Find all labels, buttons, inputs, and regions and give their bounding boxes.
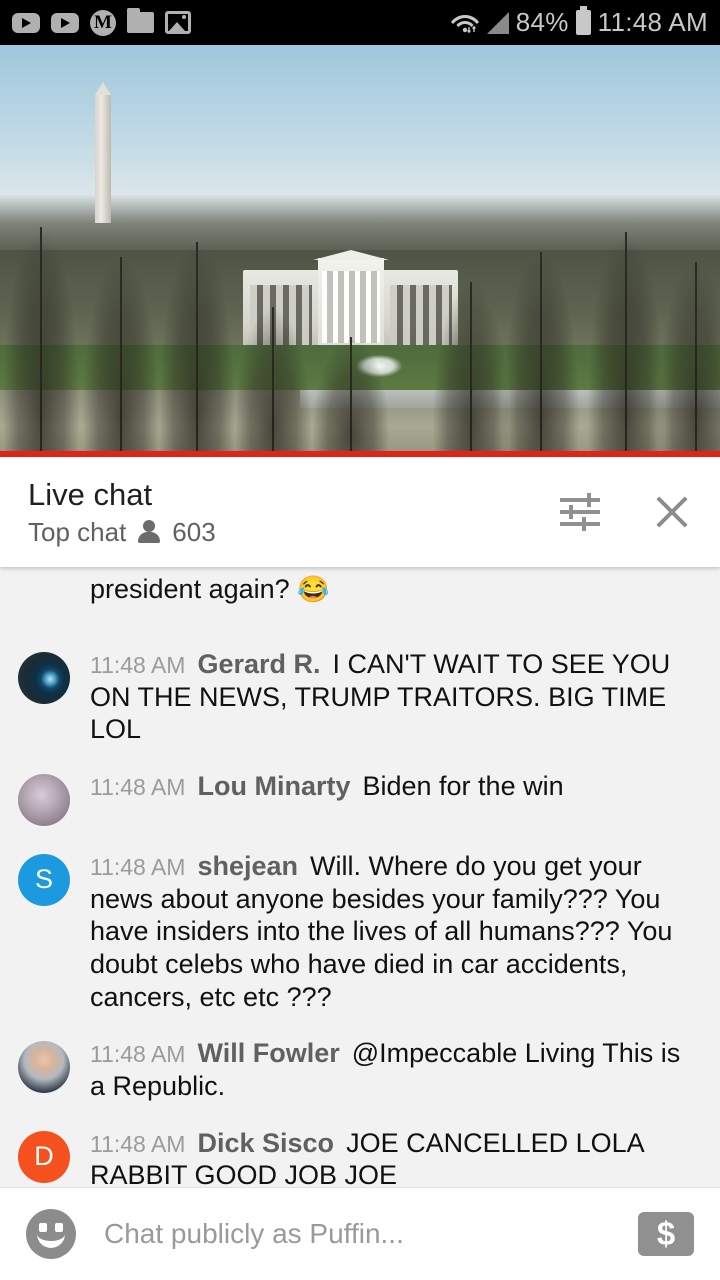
wifi-icon [450, 14, 479, 33]
list-item[interactable]: S 11:48 AM shejean Will. Where do you get … [0, 835, 720, 1022]
clock-label: 11:48 AM [597, 7, 708, 37]
message-author[interactable]: shejean [197, 851, 298, 881]
message-timestamp: 11:48 AM [90, 1130, 186, 1157]
tree [234, 307, 312, 457]
tree [502, 252, 580, 457]
avatar-letter: S [34, 864, 53, 895]
message-body: 11:48 AM Dick Sisco JOE CANCELLED LOLA RAB… [90, 1121, 702, 1187]
message-text: Biden for the win [362, 770, 564, 801]
message-body: 11:48 AM Will Fowler @Impeccable Living Th… [90, 1031, 702, 1102]
list-item[interactable]: 11:48 AM Lou Minarty Biden for the win [0, 755, 720, 835]
list-item[interactable]: 11:48 AM Gerard R. I CAN'T WAIT TO SEE YOU… [0, 633, 720, 755]
chat-header-subtitle[interactable]: Top chat 603 [28, 517, 216, 548]
avatar[interactable] [18, 652, 70, 704]
status-bar-system-icons: 84% 11:48 AM [450, 6, 708, 38]
battery-percent-label: 84% [515, 7, 569, 37]
tree [587, 232, 665, 457]
tune-icon[interactable] [560, 493, 600, 531]
message-body: 11:48 AM Lou Minarty Biden for the win [90, 764, 702, 803]
tree [82, 257, 160, 457]
live-chat-header: Live chat Top chat 603 [0, 457, 720, 567]
tree [312, 337, 390, 457]
avatar[interactable] [18, 1041, 70, 1094]
list-item[interactable]: 11:48 AM Will Fowler @Impeccable Living Th… [0, 1022, 720, 1111]
tree [432, 282, 510, 457]
message-author[interactable]: Lou Minarty [197, 771, 350, 801]
phone-screen: M 84% 11:48 AM Live chat Top chat 603 pr… [0, 0, 720, 1280]
emoji-icon[interactable] [26, 1209, 76, 1259]
chat-input[interactable] [104, 1218, 638, 1250]
message-author[interactable]: Dick Sisco [197, 1128, 334, 1158]
message-author[interactable]: Gerard R. [197, 649, 320, 679]
person-icon [138, 520, 161, 544]
super-chat-button[interactable]: $ [638, 1212, 694, 1256]
list-item[interactable]: D 11:48 AM Dick Sisco JOE CANCELLED LOLA R… [0, 1112, 720, 1187]
message-body: 11:48 AM Gerard R. I CAN'T WAIT TO SEE YOU… [90, 642, 702, 746]
message-timestamp: 11:48 AM [90, 773, 186, 800]
status-bar-notification-icons: M [12, 8, 191, 36]
photo-icon [165, 11, 191, 34]
avatar [18, 577, 70, 629]
tree [2, 227, 80, 457]
list-item[interactable]: president again? 😂 [0, 567, 720, 633]
youtube-icon [51, 12, 79, 33]
battery-icon [575, 6, 591, 35]
message-timestamp: 11:48 AM [90, 1041, 186, 1068]
avatar[interactable]: S [18, 853, 70, 906]
message-text: president again? [90, 574, 298, 604]
video-player[interactable] [0, 45, 720, 457]
page-title: Live chat [28, 476, 153, 512]
laughing-emoji-icon: 😂 [297, 574, 330, 604]
m-circle-icon: M [90, 9, 116, 36]
emoji-eye-right [55, 1223, 63, 1232]
tree [657, 262, 720, 457]
chat-header-actions [560, 492, 692, 532]
tree [158, 242, 236, 457]
chat-message-list[interactable]: president again? 😂 11:48 AM Gerard R. I CA… [0, 567, 720, 1187]
folder-icon [127, 8, 154, 33]
emoji-eye-left [39, 1223, 47, 1232]
status-bar: M 84% 11:48 AM [0, 0, 720, 45]
avatar[interactable] [18, 773, 70, 826]
viewer-count-label: 603 [172, 516, 216, 547]
chat-header-titles: Live chat Top chat 603 [28, 477, 216, 548]
message-timestamp: 11:48 AM [90, 652, 186, 678]
white-house-columns [322, 271, 380, 343]
message-body: 11:48 AM shejean Will. Where do you get yo… [90, 844, 702, 1013]
chat-mode-label[interactable]: Top chat [28, 517, 126, 548]
chat-input-bar: $ [0, 1187, 720, 1280]
emoji-mouth [37, 1234, 65, 1248]
message-body: president again? 😂 [90, 567, 702, 606]
avatar-letter: D [34, 1141, 54, 1172]
message-author[interactable]: Will Fowler [197, 1038, 339, 1068]
youtube-icon [12, 12, 40, 33]
message-timestamp: 11:48 AM [90, 853, 186, 880]
dollar-icon: $ [656, 1215, 676, 1252]
close-icon[interactable] [652, 492, 692, 532]
signal-bars-icon [486, 11, 509, 34]
avatar[interactable]: D [18, 1130, 70, 1183]
